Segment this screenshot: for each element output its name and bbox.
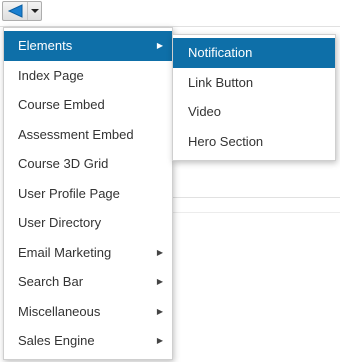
submenu-item-notification[interactable]: Notification	[173, 38, 335, 68]
background-divider-middle	[172, 197, 340, 198]
menu-item-course-3d-grid[interactable]: Course 3D Grid	[4, 149, 172, 179]
menu-item-index-page[interactable]: Index Page	[4, 61, 172, 91]
menu-item-user-directory[interactable]: User Directory	[4, 208, 172, 238]
menu-item-label: User Directory	[18, 215, 102, 230]
menu-item-user-profile-page[interactable]: User Profile Page	[4, 179, 172, 209]
menu-item-assessment-embed[interactable]: Assessment Embed	[4, 120, 172, 150]
menu-item-label: Sales Engine	[18, 333, 95, 348]
submenu-item-hero-section[interactable]: Hero Section	[173, 127, 335, 157]
menu-item-course-embed[interactable]: Course Embed	[4, 90, 172, 120]
triangle-down-icon	[30, 9, 39, 13]
menu-item-miscellaneous[interactable]: Miscellaneous ▶	[4, 297, 172, 327]
submenu-arrow-icon: ▶	[156, 277, 163, 286]
menu-item-elements[interactable]: Elements ▶	[4, 31, 172, 61]
menu-item-label: Course 3D Grid	[18, 156, 109, 171]
menu-item-label: Search Bar	[18, 274, 84, 289]
menu-item-label: User Profile Page	[18, 185, 120, 201]
menu-item-label: Assessment Embed	[18, 126, 134, 142]
menu-item-email-marketing[interactable]: Email Marketing ▶	[4, 238, 172, 268]
submenu-item-link-button[interactable]: Link Button	[173, 68, 335, 98]
submenu-arrow-icon: ▶	[156, 247, 163, 257]
submenu-arrow-icon: ▶	[156, 41, 163, 50]
menu-item-search-bar[interactable]: Search Bar ▶	[4, 267, 172, 297]
submenu-item-label: Video	[188, 104, 222, 119]
submenu-arrow-icon: ▶	[156, 306, 163, 316]
insert-template-split-button[interactable]	[2, 1, 42, 21]
menu-item-sales-engine[interactable]: Sales Engine ▶	[4, 326, 172, 356]
dropdown-toggle[interactable]	[28, 2, 41, 20]
menu-item-label: Miscellaneous	[18, 303, 101, 319]
background-divider-lower	[172, 212, 340, 213]
menu-item-label: Course Embed	[18, 97, 105, 112]
menu-item-label: Elements	[18, 38, 73, 53]
triangle-left-icon	[7, 4, 23, 18]
insert-template-button[interactable]	[3, 2, 28, 20]
template-menu: Elements ▶ Index Page Course Embed Assessmen…	[3, 27, 173, 360]
menu-item-label: Email Marketing	[18, 244, 112, 260]
elements-submenu: Notification Link Button Video Hero Section	[172, 34, 336, 161]
submenu-item-label: Link Button	[188, 74, 254, 90]
menu-item-label: Index Page	[18, 67, 84, 83]
submenu-item-video[interactable]: Video	[173, 97, 335, 127]
submenu-arrow-icon: ▶	[156, 336, 163, 345]
submenu-item-label: Hero Section	[188, 133, 264, 149]
submenu-item-label: Notification	[188, 45, 253, 60]
